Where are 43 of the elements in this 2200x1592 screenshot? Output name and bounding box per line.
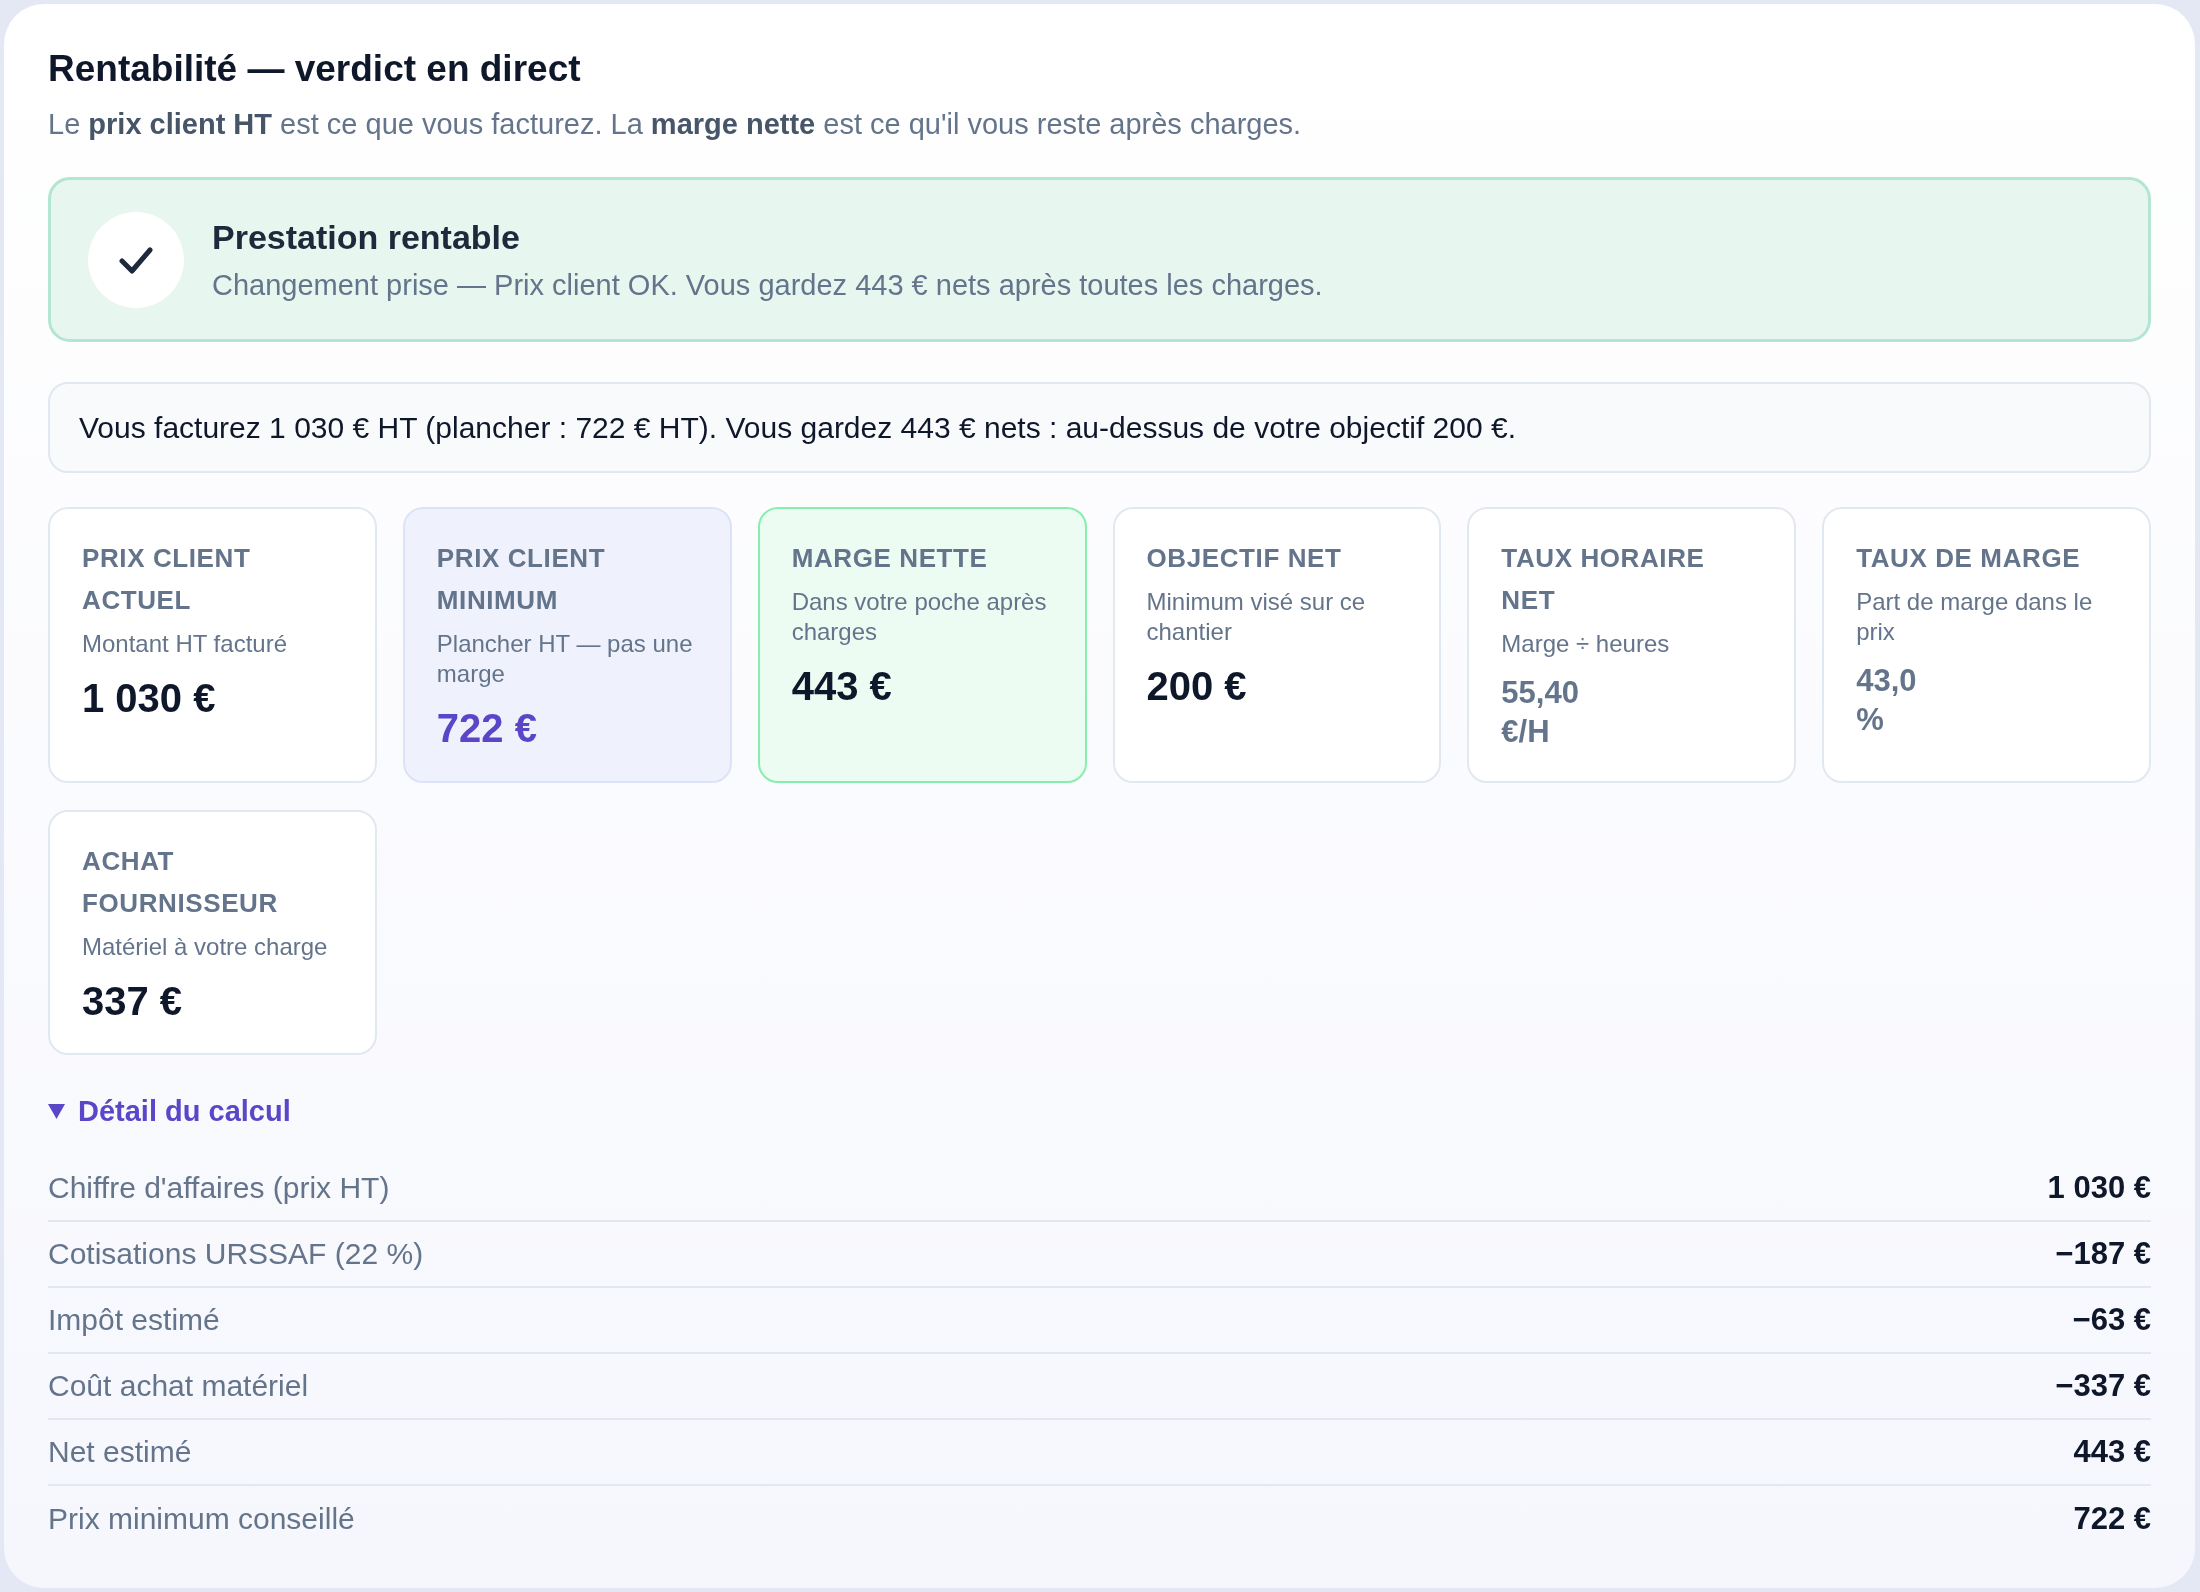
metric-value: 722 € <box>436 706 537 750</box>
caret-icon <box>48 1103 65 1119</box>
detail-label: Coût achat matériel <box>48 1368 309 1404</box>
metric-hint: Plancher HT — pas une marge <box>436 629 694 689</box>
detail-value: 443 € <box>2073 1434 2151 1470</box>
verdict-title: Prestation rentable <box>212 216 521 257</box>
details-toggle[interactable]: Détail du calcul <box>48 1092 291 1130</box>
metric-value: 337 € <box>82 979 183 1023</box>
detail-value: 1 030 € <box>2047 1170 2151 1206</box>
metric-label: TAUX HORAIRE NET <box>1501 542 1706 617</box>
detail-label: Net estimé <box>48 1434 192 1470</box>
detail-value: 722 € <box>2073 1501 2151 1537</box>
metric-unit: €/H <box>1501 713 1551 751</box>
metric-unit: % <box>1856 701 1885 739</box>
metric-label: PRIX CLIENT MINIMUM <box>436 542 607 617</box>
metric-label: ACHAT FOURNISSEUR <box>82 845 279 920</box>
detail-label: Cotisations URSSAF (22 %) <box>48 1236 424 1272</box>
metric-hint: Matériel à votre charge <box>82 932 328 962</box>
metric-hint: Marge ÷ heures <box>1501 629 1670 659</box>
metric-hint: Dans votre poche après charges <box>791 587 1048 647</box>
metric-label: PRIX CLIENT ACTUEL <box>82 542 252 617</box>
metric-value: 1 030 € <box>82 676 216 720</box>
metric-label: OBJECTIF NET <box>1146 542 1342 575</box>
verdict-message: Changement prise — Prix client OK. Vous gardez 443 € nets après toutes les charges. <box>212 267 1323 303</box>
check-icon <box>88 211 184 308</box>
detail-label: Impôt estimé <box>48 1302 220 1338</box>
metric-value: 443 € <box>791 664 892 708</box>
detail-label: Chiffre d'affaires (prix HT) <box>48 1170 390 1206</box>
detail-value: −63 € <box>2072 1302 2151 1338</box>
metric-hint: Minimum visé sur ce chantier <box>1146 587 1367 647</box>
metric-hint: Montant HT facturé <box>82 629 287 659</box>
detail-label: Prix minimum conseillé <box>48 1501 355 1537</box>
metric-value: 55,40 <box>1501 674 1579 712</box>
section-subtitle: Le prix client HT est ce que vous facturez. La marge nette est ce qu'il vous reste après charges. <box>48 107 1303 142</box>
metric-label: MARGE NETTE <box>791 542 988 575</box>
metric-hint: Part de marge dans le prix <box>1856 587 2094 647</box>
section-title: Rentabilité — verdict en direct <box>48 48 582 89</box>
metric-value: 43,0 <box>1856 662 1917 700</box>
detail-value: −187 € <box>2055 1236 2151 1272</box>
metric-value: 200 € <box>1146 664 1247 708</box>
detail-value: −337 € <box>2055 1368 2151 1404</box>
metric-label: TAUX DE MARGE <box>1856 542 2081 575</box>
summary-text: Vous facturez 1 030 € HT (plancher : 722 € HT). Vous gardez 443 € nets : au-dessus de votre objectif 200 €. <box>79 409 1516 446</box>
